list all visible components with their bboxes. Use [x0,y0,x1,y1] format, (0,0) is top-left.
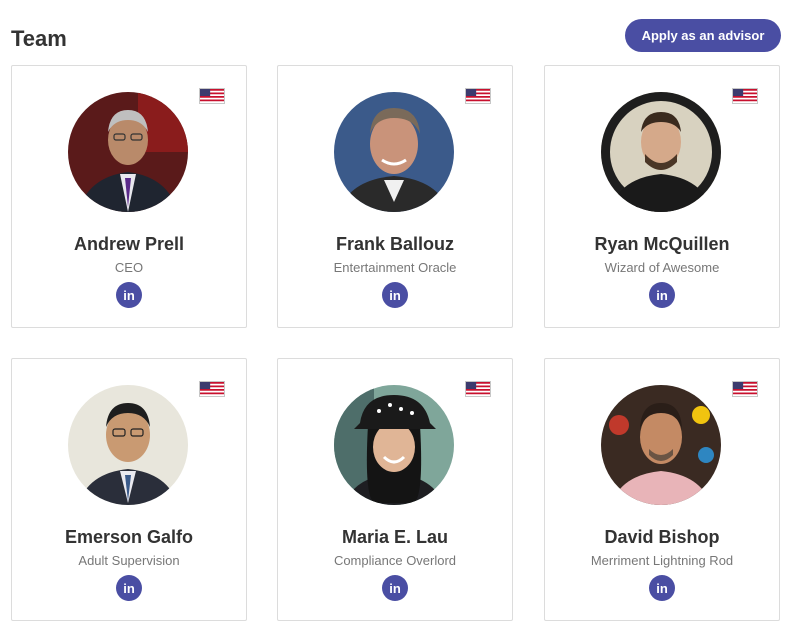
avatar [601,92,721,212]
linkedin-icon[interactable]: in [116,282,142,308]
team-card: Andrew Prell CEO in [11,65,247,328]
us-flag-icon [199,381,225,397]
member-name: Maria E. Lau [341,527,449,547]
page-title: Team [11,26,67,51]
member-role: Adult Supervision [78,553,180,568]
us-flag-icon [465,88,491,104]
us-flag-icon [732,88,758,104]
team-card: Ryan McQuillen Wizard of Awesome in [544,65,780,328]
us-flag-icon [732,381,758,397]
us-flag-icon [465,381,491,397]
member-name: David Bishop [604,527,720,547]
member-role: Merriment Lightning Rod [590,553,734,568]
team-card: David Bishop Merriment Lightning Rod in [544,358,780,621]
avatar [68,92,188,212]
linkedin-icon[interactable]: in [649,282,675,308]
member-name: Frank Ballouz [335,234,455,254]
avatar [334,92,454,212]
member-role: CEO [114,260,144,275]
linkedin-icon[interactable]: in [649,575,675,601]
apply-advisor-button[interactable]: Apply as an advisor [625,19,781,52]
member-role: Compliance Overlord [333,553,457,568]
member-role: Entertainment Oracle [333,260,457,275]
member-name: Ryan McQuillen [594,234,730,254]
avatar [334,385,454,505]
linkedin-icon[interactable]: in [382,282,408,308]
linkedin-icon[interactable]: in [116,575,142,601]
member-name: Andrew Prell [73,234,185,254]
member-role: Wizard of Awesome [604,260,720,275]
us-flag-icon [199,88,225,104]
avatar [601,385,721,505]
linkedin-icon[interactable]: in [382,575,408,601]
member-name: Emerson Galfo [64,527,194,547]
team-card: Frank Ballouz Entertainment Oracle in [277,65,513,328]
team-card: Maria E. Lau Compliance Overlord in [277,358,513,621]
team-card: Emerson Galfo Adult Supervision in [11,358,247,621]
avatar [68,385,188,505]
